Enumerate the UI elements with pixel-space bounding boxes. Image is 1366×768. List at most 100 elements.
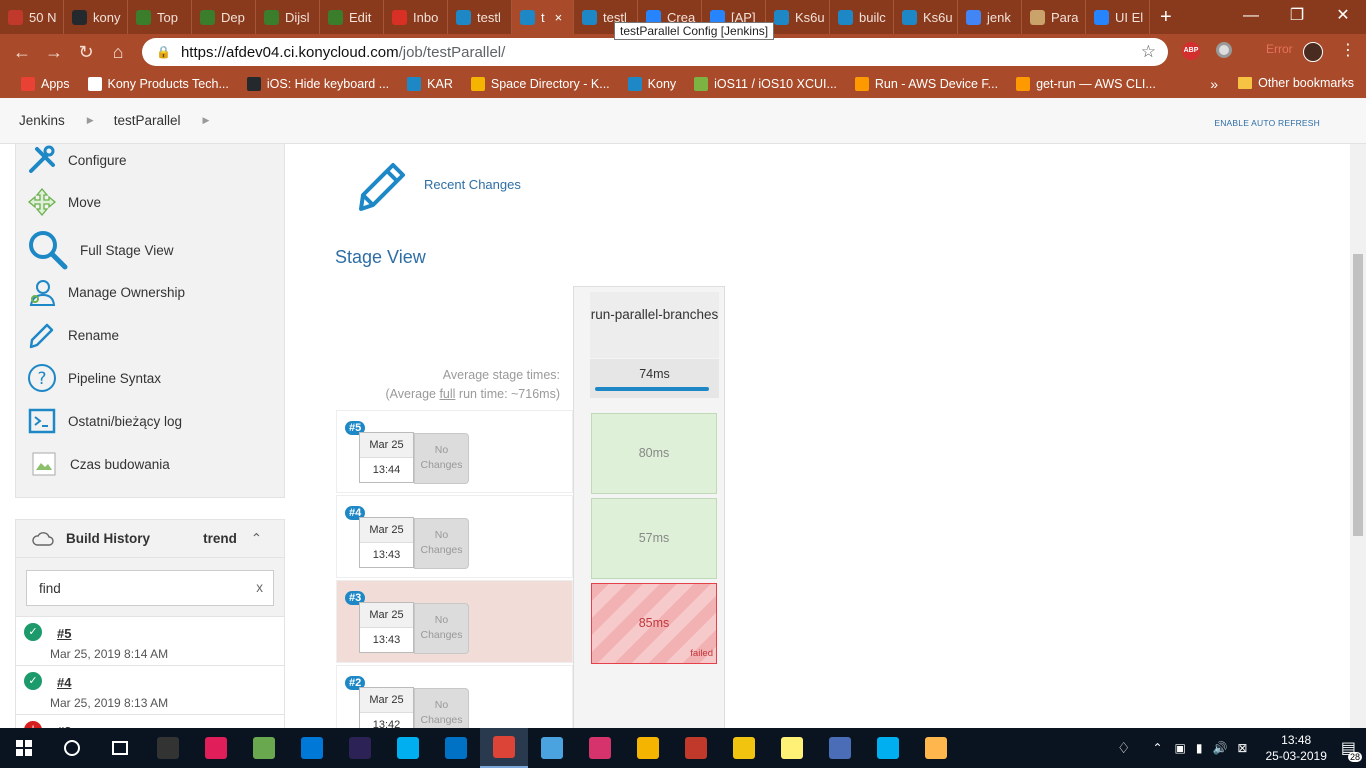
tab-0[interactable]: 50 N <box>0 0 64 34</box>
sidebar-item-2[interactable]: Full Stage View <box>26 228 174 272</box>
scrollbar[interactable] <box>1350 144 1366 728</box>
run-changes[interactable]: No Changes <box>414 603 469 654</box>
eclipse-icon[interactable] <box>336 728 384 768</box>
sidebar-item-6[interactable]: Ostatni/bieżący log <box>26 405 182 437</box>
recent-changes-link[interactable]: Recent Changes <box>424 177 521 192</box>
extension-icon[interactable] <box>1216 42 1232 58</box>
bookmark-8[interactable]: get-run — AWS CLI... <box>1007 77 1165 91</box>
toolbox-icon[interactable] <box>672 728 720 768</box>
build-search-input[interactable]: find x <box>26 570 274 606</box>
sidebar-item-1[interactable]: Move <box>26 186 101 218</box>
tab-8[interactable]: t × <box>512 0 574 34</box>
tab-14[interactable]: Ks6u <box>894 0 958 34</box>
chevron-up-icon[interactable]: ⌃ <box>251 531 262 546</box>
back-icon[interactable]: ← <box>6 42 38 63</box>
reload-icon[interactable]: ↻ <box>70 42 102 63</box>
build-row[interactable]: ✓ #4 Mar 25, 2019 8:13 AM <box>16 665 284 714</box>
editor-icon[interactable] <box>528 728 576 768</box>
stage-cell[interactable]: 80ms <box>591 413 717 494</box>
run-changes[interactable]: No Changes <box>414 433 469 484</box>
stage-cell[interactable]: 85ms failed <box>591 583 717 664</box>
bookmark-4[interactable]: Space Directory - K... <box>462 77 619 91</box>
scrollbar-thumb[interactable] <box>1353 254 1363 536</box>
profile-error[interactable]: Error <box>1266 42 1293 56</box>
chrome-icon[interactable] <box>480 728 528 768</box>
clock[interactable]: 13:48 25-03-2019 <box>1251 732 1340 764</box>
bookmark-0[interactable]: Apps <box>12 77 79 91</box>
close-tab-icon[interactable]: × <box>555 10 563 25</box>
enable-auto-refresh-link[interactable]: ENABLE AUTO REFRESH <box>1214 118 1320 128</box>
stage-header[interactable]: run-parallel-branches <box>590 292 719 358</box>
run-changes[interactable]: No Changes <box>414 518 469 569</box>
notifications-icon[interactable]: ▤ 28 <box>1341 738 1362 762</box>
battery-icon[interactable]: ▮ <box>1196 741 1203 755</box>
avatar[interactable] <box>1303 42 1323 62</box>
build-row[interactable]: ✓ #5 Mar 25, 2019 8:14 AM <box>16 616 284 665</box>
adblock-extension-icon[interactable]: ABP <box>1182 42 1200 60</box>
tab-13[interactable]: builc <box>830 0 894 34</box>
run-row[interactable]: #4 Mar 25 13:43 No Changes <box>336 495 573 578</box>
avg-full-link[interactable]: full <box>439 387 455 401</box>
store-icon[interactable] <box>288 728 336 768</box>
skype-icon[interactable] <box>864 728 912 768</box>
tab-2[interactable]: Top <box>128 0 192 34</box>
tab-5[interactable]: Edit <box>320 0 384 34</box>
breadcrumb-jenkins[interactable]: Jenkins <box>19 113 65 128</box>
outlook-icon[interactable] <box>432 728 480 768</box>
address-bar[interactable]: 🔒 https://afdev04.ci.konycloud.com/job/t… <box>142 38 1168 66</box>
bookmark-2[interactable]: iOS: Hide keyboard ... <box>238 77 398 91</box>
sidebar-item-3[interactable]: Manage Ownership <box>26 276 185 308</box>
notes-icon[interactable] <box>768 728 816 768</box>
build-number-link[interactable]: #5 <box>57 626 71 641</box>
menu-kebab-icon[interactable]: ⋮ <box>1340 40 1356 60</box>
other-bookmarks[interactable]: Other bookmarks <box>1238 76 1354 90</box>
home-icon[interactable]: ⌂ <box>102 42 134 63</box>
clear-search-icon[interactable]: x <box>256 580 263 595</box>
sidebar-item-4[interactable]: Rename <box>26 319 119 351</box>
tab-3[interactable]: Dep <box>192 0 256 34</box>
sidebar-item-7[interactable]: Czas budowania <box>28 448 170 480</box>
paint-icon[interactable] <box>912 728 960 768</box>
minimize-button[interactable]: — <box>1228 0 1274 34</box>
notepad-icon[interactable] <box>240 728 288 768</box>
trend-link[interactable]: trend ⌃ <box>203 531 262 547</box>
fiddler-icon[interactable] <box>816 728 864 768</box>
start-icon[interactable] <box>0 728 48 768</box>
run-row[interactable]: #5 Mar 25 13:44 No Changes <box>336 410 573 493</box>
tab-12[interactable]: Ks6u <box>766 0 830 34</box>
taskview-icon[interactable] <box>96 728 144 768</box>
slack-icon[interactable] <box>192 728 240 768</box>
tab-6[interactable]: Inbo <box>384 0 448 34</box>
bookmark-star-icon[interactable]: ☆ <box>1141 42 1156 62</box>
search-icon[interactable] <box>48 728 96 768</box>
forward-icon[interactable]: → <box>38 42 70 63</box>
tab-17[interactable]: UI El <box>1086 0 1150 34</box>
chevron-right-icon[interactable]: ▶ <box>203 115 210 126</box>
tab-16[interactable]: Para <box>1022 0 1086 34</box>
build-number-link[interactable]: #4 <box>57 675 71 690</box>
restore-button[interactable]: ❐ <box>1274 0 1320 34</box>
breadcrumb-job[interactable]: testParallel <box>114 113 181 128</box>
chevron-right-icon[interactable]: ▶ <box>87 115 94 126</box>
tab-4[interactable]: Dijsl <box>256 0 320 34</box>
sidebar-item-5[interactable]: ? Pipeline Syntax <box>26 362 161 394</box>
intellij-icon[interactable] <box>576 728 624 768</box>
tab-1[interactable]: kony <box>64 0 128 34</box>
new-tab-button[interactable]: + <box>1150 6 1182 29</box>
bookmark-1[interactable]: Kony Products Tech... <box>79 77 238 91</box>
sticky-icon[interactable] <box>720 728 768 768</box>
volume-icon[interactable]: 🔊 <box>1212 741 1227 755</box>
sidebar-item-0[interactable]: Configure <box>26 144 127 176</box>
skype-biz-icon[interactable] <box>384 728 432 768</box>
close-window-button[interactable]: ✕ <box>1320 0 1366 34</box>
ime-icon[interactable]: ⊠ <box>1237 741 1247 755</box>
chevron-up-icon[interactable]: ⌃ <box>1152 741 1162 755</box>
cmd-icon[interactable] <box>144 728 192 768</box>
run-row[interactable]: #3 Mar 25 13:43 No Changes <box>336 580 573 663</box>
bookmark-7[interactable]: Run - AWS Device F... <box>846 77 1007 91</box>
stage-cell[interactable]: 57ms <box>591 498 717 579</box>
bookmarks-overflow-icon[interactable]: » <box>1210 76 1218 92</box>
people-icon[interactable]: ♢ <box>1117 739 1130 757</box>
explorer-icon[interactable] <box>624 728 672 768</box>
bookmark-6[interactable]: iOS11 / iOS10 XCUI... <box>685 77 846 91</box>
